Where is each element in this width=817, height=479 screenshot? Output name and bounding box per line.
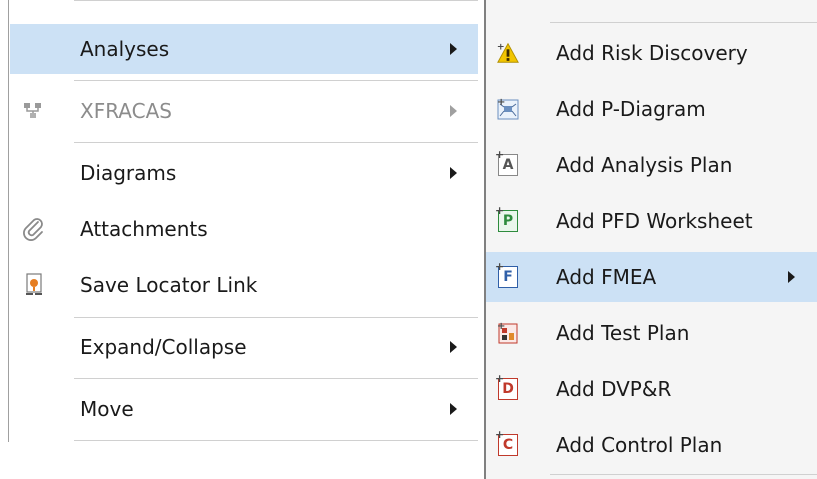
- control-plan-icon: + C: [495, 428, 520, 457]
- risk-discovery-icon: +: [496, 41, 520, 65]
- menu-item-label: Save Locator Link: [80, 273, 258, 297]
- svg-text:+: +: [497, 41, 505, 52]
- menu-separator: [550, 22, 817, 23]
- menu-item-diagrams[interactable]: Diagrams: [10, 148, 478, 198]
- menu-item-label: Diagrams: [80, 161, 177, 185]
- xfracas-network-icon: [22, 99, 46, 123]
- menu-item-expand-collapse[interactable]: Expand/Collapse: [10, 322, 478, 372]
- submenu-arrow-icon: [450, 403, 457, 415]
- menu-item-label: Add Test Plan: [556, 321, 690, 345]
- analyses-submenu: + Add Risk Discovery + Add P-Diagram + A …: [486, 0, 817, 479]
- menu-item-label: Expand/Collapse: [80, 335, 247, 359]
- menu-item-label: Add Risk Discovery: [556, 41, 748, 65]
- menu-item-label: Add Analysis Plan: [556, 153, 733, 177]
- menu-item-label: Add FMEA: [556, 265, 657, 289]
- menu-item-label: Add PFD Worksheet: [556, 209, 753, 233]
- locator-link-icon: [22, 273, 46, 297]
- menu-item-add-control-plan[interactable]: + C Add Control Plan: [486, 420, 817, 470]
- menu-left-border: [8, 0, 9, 442]
- menu-item-move[interactable]: Move: [10, 384, 478, 434]
- context-menu: Analyses XFRACAS Diagrams Attachments Sa…: [0, 0, 478, 479]
- menu-separator: [74, 80, 478, 81]
- submenu-arrow-icon: [450, 105, 457, 117]
- menu-item-label: XFRACAS: [80, 99, 172, 123]
- menu-item-add-fmea[interactable]: + F Add FMEA: [486, 252, 817, 302]
- fmea-icon: + F: [495, 260, 520, 289]
- menu-item-attachments[interactable]: Attachments: [10, 204, 478, 254]
- menu-item-analyses[interactable]: Analyses: [10, 24, 478, 74]
- menu-separator: [74, 440, 478, 441]
- menu-separator: [550, 474, 817, 475]
- menu-item-xfracas[interactable]: XFRACAS: [10, 86, 478, 136]
- submenu-arrow-icon: [450, 341, 457, 353]
- menu-separator: [74, 378, 478, 379]
- paperclip-icon: [22, 217, 46, 241]
- dvpr-icon: + D: [495, 372, 520, 401]
- menu-item-label: Analyses: [80, 37, 170, 61]
- menu-item-save-locator-link[interactable]: Save Locator Link: [10, 260, 478, 310]
- menu-item-add-test-plan[interactable]: + Add Test Plan: [486, 308, 817, 358]
- menu-item-label: Add DVP&R: [556, 377, 672, 401]
- pfd-worksheet-icon: + P: [495, 204, 520, 233]
- menu-separator: [74, 0, 478, 1]
- menu-item-label: Add Control Plan: [556, 433, 723, 457]
- menu-item-label: Add P-Diagram: [556, 97, 706, 121]
- menu-item-add-analysis-plan[interactable]: + A Add Analysis Plan: [486, 140, 817, 190]
- submenu-arrow-icon: [450, 167, 457, 179]
- svg-text:+: +: [497, 97, 505, 108]
- menu-item-label: Move: [80, 397, 134, 421]
- menu-item-add-risk-discovery[interactable]: + Add Risk Discovery: [486, 28, 817, 78]
- menu-separator: [74, 142, 478, 143]
- menu-item-add-pfd-worksheet[interactable]: + P Add PFD Worksheet: [486, 196, 817, 246]
- menu-separator: [74, 317, 478, 318]
- submenu-arrow-icon: [450, 43, 457, 55]
- submenu-arrow-icon: [788, 271, 795, 283]
- menu-item-add-dvpr[interactable]: + D Add DVP&R: [486, 364, 817, 414]
- analysis-plan-icon: + A: [495, 148, 520, 177]
- menu-item-label: Attachments: [80, 217, 208, 241]
- p-diagram-icon: +: [496, 97, 520, 121]
- menu-item-add-p-diagram[interactable]: + Add P-Diagram: [486, 84, 817, 134]
- test-plan-icon: +: [496, 321, 520, 345]
- svg-text:+: +: [497, 321, 505, 332]
